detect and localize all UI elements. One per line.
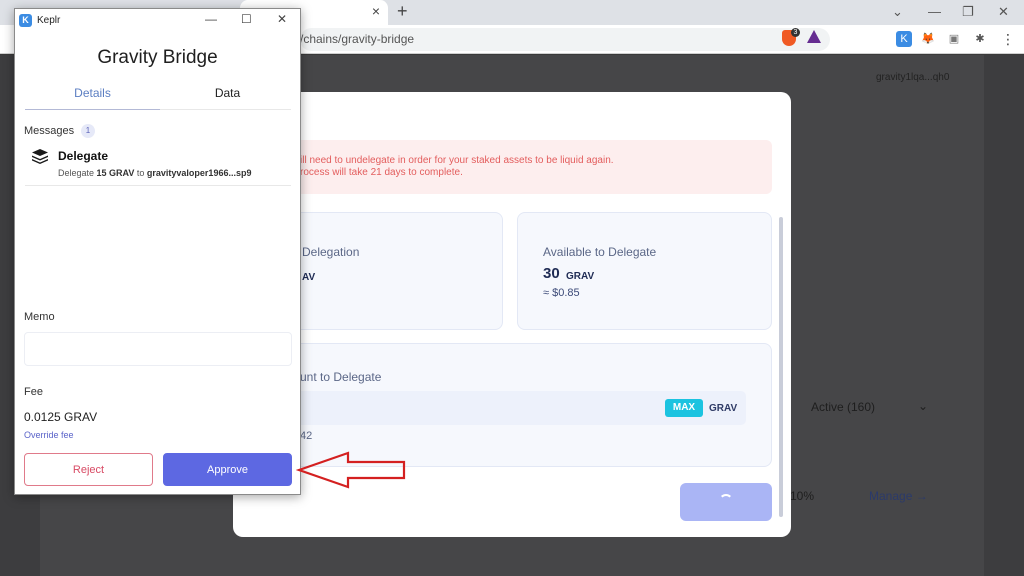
url-text[interactable]: /chains/gravity-bridge — [300, 32, 414, 46]
keplr-window-title: Keplr — [37, 15, 61, 26]
keplr-titlebar: K Keplr — ☐ ✕ — [15, 9, 300, 33]
keplr-extension-icon[interactable]: K — [896, 31, 912, 47]
reject-button[interactable]: Reject — [24, 453, 153, 486]
keplr-close-icon[interactable]: ✕ — [277, 12, 287, 26]
warning-line-2: rocess will take 21 days to complete. — [300, 167, 463, 178]
message-detail: Delegate 15 GRAV to gravityvaloper1966..… — [58, 168, 252, 178]
manage-link[interactable]: Manage → — [869, 489, 928, 503]
wallet-address[interactable]: gravity1lqa...qh0 — [876, 72, 949, 83]
available-title: Available to Delegate — [543, 245, 657, 259]
brave-shields-count: 3 — [791, 28, 800, 37]
validator-filter-select[interactable]: Active (160) — [811, 400, 875, 414]
warning-line-1: ill need to undelegate in order for your… — [300, 155, 614, 166]
messages-count-badge: 1 — [81, 124, 95, 138]
tab-details[interactable]: Details — [25, 86, 160, 100]
new-tab-icon[interactable]: + — [397, 1, 408, 22]
commission-value: 10% — [790, 489, 815, 503]
current-delegation-title: Delegation — [302, 245, 360, 259]
fee-label: Fee — [24, 386, 43, 398]
close-window-icon[interactable]: ✕ — [998, 4, 1009, 20]
memo-input[interactable] — [24, 332, 292, 366]
modal-scrollbar[interactable] — [779, 217, 783, 517]
puzzle-icon[interactable]: ✱ — [972, 31, 988, 47]
tab-divider — [160, 109, 291, 110]
minimize-icon[interactable]: — — [928, 4, 941, 19]
approve-button[interactable]: Approve — [163, 453, 292, 486]
max-button[interactable]: MAX — [665, 399, 703, 417]
keplr-popup-window: K Keplr — ☐ ✕ Gravity Bridge Details Dat… — [14, 8, 301, 495]
metamask-extension-icon[interactable]: 🦊 — [920, 31, 936, 47]
message-divider — [25, 185, 291, 186]
chain-name: Gravity Bridge — [97, 47, 218, 68]
available-amount: 30 — [543, 265, 560, 282]
stack-layers-icon — [32, 149, 48, 164]
tab-close-icon[interactable]: × — [372, 3, 380, 19]
tab-search-icon[interactable]: ⌄ — [892, 4, 903, 20]
override-fee-link[interactable]: Override fee — [24, 430, 74, 440]
available-usd: ≈ $0.85 — [543, 287, 580, 299]
amount-unit: GRAV — [709, 403, 738, 414]
screen-extension-icon[interactable]: ▣ — [946, 31, 962, 47]
message-title: Delegate — [58, 149, 109, 163]
profile-icon[interactable] — [974, 30, 975, 31]
messages-label: Messages — [24, 125, 75, 137]
available-unit: GRAV — [566, 271, 595, 282]
keplr-maximize-icon[interactable]: ☐ — [241, 12, 252, 26]
fee-value: 0.0125 GRAV — [24, 410, 98, 424]
amount-label: unt to Delegate — [300, 370, 382, 384]
chevron-down-icon: ⌄ — [918, 399, 929, 413]
annotation-arrow-icon — [296, 451, 406, 489]
active-tab-indicator — [25, 109, 160, 110]
brave-rewards-icon[interactable] — [807, 30, 821, 43]
memo-label: Memo — [24, 311, 55, 323]
keplr-logo-icon: K — [19, 14, 32, 27]
tab-data[interactable]: Data — [160, 86, 295, 100]
keplr-minimize-icon[interactable]: — — [205, 12, 217, 26]
restore-icon[interactable]: ❐ — [962, 4, 974, 20]
balance-fragment: 42 — [300, 430, 313, 442]
loading-spinner-icon — [719, 494, 733, 508]
current-delegation-unit: AV — [302, 272, 316, 283]
menu-icon[interactable]: ⋮ — [1000, 31, 1016, 47]
